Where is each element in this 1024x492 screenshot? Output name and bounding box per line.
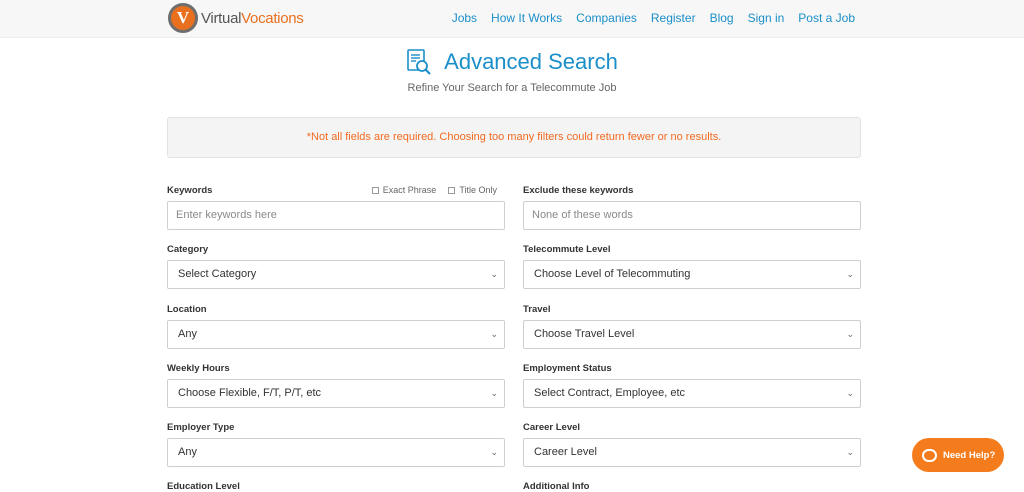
category-field: Category Select Category ⌄ <box>167 244 505 289</box>
chevron-down-icon: ⌄ <box>490 269 498 279</box>
nav-register[interactable]: Register <box>651 11 696 25</box>
career-level-select[interactable]: Career Level ⌄ <box>523 438 861 467</box>
nav-blog[interactable]: Blog <box>710 11 734 25</box>
career-level-label: Career Level <box>523 422 581 433</box>
additional-info-field: Additional Info <box>523 481 861 492</box>
chevron-down-icon: ⌄ <box>846 269 854 279</box>
exact-phrase-checkbox[interactable] <box>371 186 379 194</box>
employer-type-select[interactable]: Any ⌄ <box>167 438 505 467</box>
logo-mark-icon: V <box>168 3 198 33</box>
travel-field: Travel Choose Travel Level ⌄ <box>523 304 861 349</box>
category-label: Category <box>167 244 209 255</box>
education-level-field: Education Level <box>167 481 505 492</box>
weekly-hours-field: Weekly Hours Choose Flexible, F/T, P/T, … <box>167 363 505 408</box>
site-logo[interactable]: V VirtualVocations <box>168 3 304 33</box>
need-help-label: Need Help? <box>943 449 996 461</box>
telecommute-label: Telecommute Level <box>523 244 611 255</box>
location-field: Location Any ⌄ <box>167 304 505 349</box>
chat-bubble-icon <box>922 448 937 462</box>
chevron-down-icon: ⌄ <box>846 329 854 339</box>
nav-jobs[interactable]: Jobs <box>452 11 477 25</box>
main-nav: Jobs How It Works Companies Register Blo… <box>438 11 855 25</box>
exclude-input[interactable]: None of these words <box>523 201 861 230</box>
page-title: Advanced Search <box>444 49 618 74</box>
weekly-hours-select[interactable]: Choose Flexible, F/T, P/T, etc ⌄ <box>167 379 505 408</box>
telecommute-field: Telecommute Level Choose Level of Teleco… <box>523 244 861 289</box>
need-help-button[interactable]: Need Help? <box>912 438 1004 472</box>
chevron-down-icon: ⌄ <box>490 388 498 398</box>
education-level-label: Education Level <box>167 481 240 492</box>
filters-notice: *Not all fields are required. Choosing t… <box>167 117 861 158</box>
page-subtitle: Refine Your Search for a Telecommute Job <box>407 82 617 94</box>
category-select[interactable]: Select Category ⌄ <box>167 260 505 289</box>
chevron-down-icon: ⌄ <box>846 447 854 457</box>
employment-status-select[interactable]: Select Contract, Employee, etc ⌄ <box>523 379 861 408</box>
employer-type-field: Employer Type Any ⌄ <box>167 422 505 467</box>
title-only-checkbox[interactable] <box>448 186 456 194</box>
chevron-down-icon: ⌄ <box>490 329 498 339</box>
keyword-options: Exact Phrase Title Only <box>371 185 497 195</box>
top-nav-bar: V VirtualVocations Jobs How It Works Com… <box>0 0 1024 38</box>
location-select[interactable]: Any ⌄ <box>167 320 505 349</box>
telecommute-select[interactable]: Choose Level of Telecommuting ⌄ <box>523 260 861 289</box>
search-document-icon <box>407 49 431 75</box>
career-level-field: Career Level Career Level ⌄ <box>523 422 861 467</box>
title-only-option[interactable]: Title Only <box>448 185 497 195</box>
chevron-down-icon: ⌄ <box>846 388 854 398</box>
weekly-hours-label: Weekly Hours <box>167 363 230 374</box>
page-header: Advanced Search <box>0 48 1024 81</box>
employer-type-label: Employer Type <box>167 422 235 433</box>
employment-status-field: Employment Status Select Contract, Emplo… <box>523 363 861 408</box>
travel-label: Travel <box>523 304 551 315</box>
logo-text: VirtualVocations <box>201 9 304 27</box>
keywords-input[interactable]: Enter keywords here <box>167 201 505 230</box>
nav-sign-in[interactable]: Sign in <box>748 11 785 25</box>
additional-info-label: Additional Info <box>523 481 590 492</box>
exclude-field: Exclude these keywords None of these wor… <box>523 185 861 230</box>
exact-phrase-option[interactable]: Exact Phrase <box>371 185 436 195</box>
chevron-down-icon: ⌄ <box>490 447 498 457</box>
travel-select[interactable]: Choose Travel Level ⌄ <box>523 320 861 349</box>
exclude-label: Exclude these keywords <box>523 185 634 196</box>
keywords-field: Keywords Exact Phrase Title Only Enter k… <box>167 185 505 230</box>
employment-status-label: Employment Status <box>523 363 612 374</box>
location-label: Location <box>167 304 207 315</box>
nav-companies[interactable]: Companies <box>576 11 637 25</box>
nav-post-a-job[interactable]: Post a Job <box>798 11 855 25</box>
nav-how-it-works[interactable]: How It Works <box>491 11 562 25</box>
